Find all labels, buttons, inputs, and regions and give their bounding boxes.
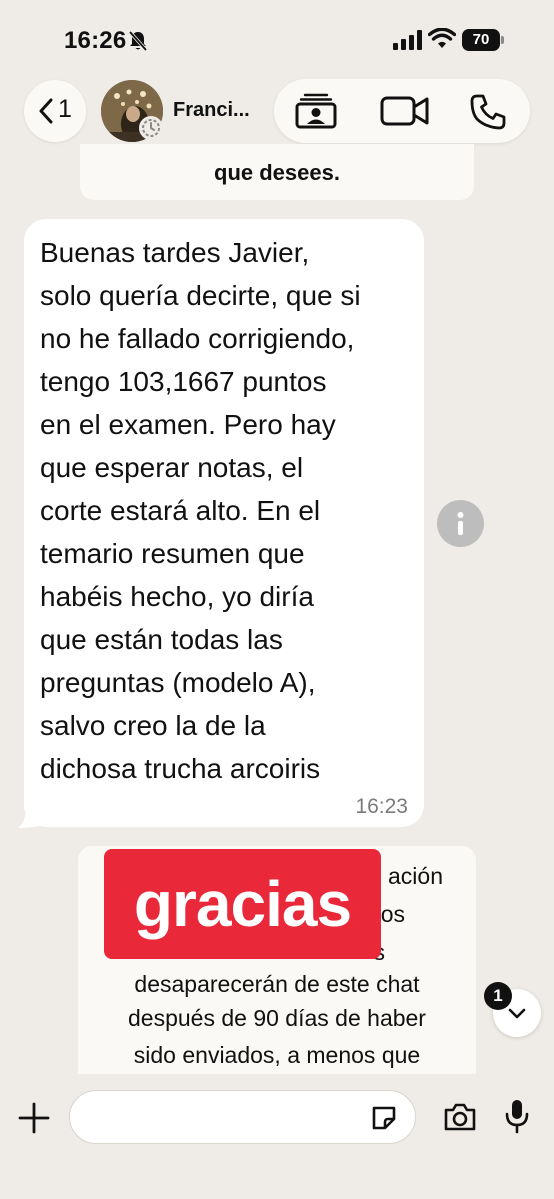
avatar-status-badge <box>139 116 163 140</box>
clock-icon <box>142 119 160 137</box>
info-button[interactable] <box>437 500 484 547</box>
incoming-message-bubble[interactable]: Buenas tardes Javier, solo quería decirt… <box>24 219 424 827</box>
message-text: Buenas tardes Javier, solo quería decirt… <box>40 237 361 784</box>
battery-level: 70 <box>472 31 490 48</box>
contact-name[interactable]: Franci... <box>173 99 259 122</box>
camera-icon[interactable] <box>443 1102 477 1132</box>
unread-badge: 1 <box>484 982 512 1010</box>
status-bar: 16:26 70 <box>0 0 554 78</box>
bubble-tail <box>18 806 40 828</box>
bell-slash-icon <box>128 30 148 52</box>
header-actions <box>274 79 530 143</box>
video-camera-icon[interactable] <box>380 93 430 129</box>
gracias-sticker: gracias <box>104 849 381 959</box>
sticker-text: gracias <box>133 868 352 940</box>
info-icon <box>457 512 464 535</box>
phone-icon[interactable] <box>469 93 507 131</box>
message-composer <box>0 1074 554 1199</box>
back-unread-count: 1 <box>58 95 72 123</box>
contact-card-icon[interactable] <box>294 93 338 129</box>
status-time: 16:26 <box>64 27 127 54</box>
chat-screen: 16:26 70 1 Franci... que desees. Buenas … <box>0 0 554 1199</box>
wifi-icon <box>428 28 456 48</box>
sticker-icon[interactable] <box>370 1104 398 1132</box>
plus-icon[interactable] <box>18 1102 50 1134</box>
system-line-5: después de 90 días de haber <box>128 1005 426 1031</box>
system-line-6: sido enviados, a menos que <box>133 1042 421 1068</box>
battery-tip <box>501 36 504 44</box>
message-input[interactable] <box>88 1101 368 1133</box>
message-timestamp: 16:23 <box>355 795 408 818</box>
microphone-icon[interactable] <box>505 1098 529 1134</box>
back-button[interactable]: 1 <box>24 80 86 142</box>
message-input-box[interactable] <box>69 1090 416 1144</box>
chevron-left-icon <box>39 98 53 124</box>
system-message-top: que desees. <box>80 144 474 200</box>
cellular-signal-icon <box>393 30 422 50</box>
system-message-top-text: que desees. <box>214 160 340 185</box>
battery-indicator: 70 <box>462 29 504 51</box>
